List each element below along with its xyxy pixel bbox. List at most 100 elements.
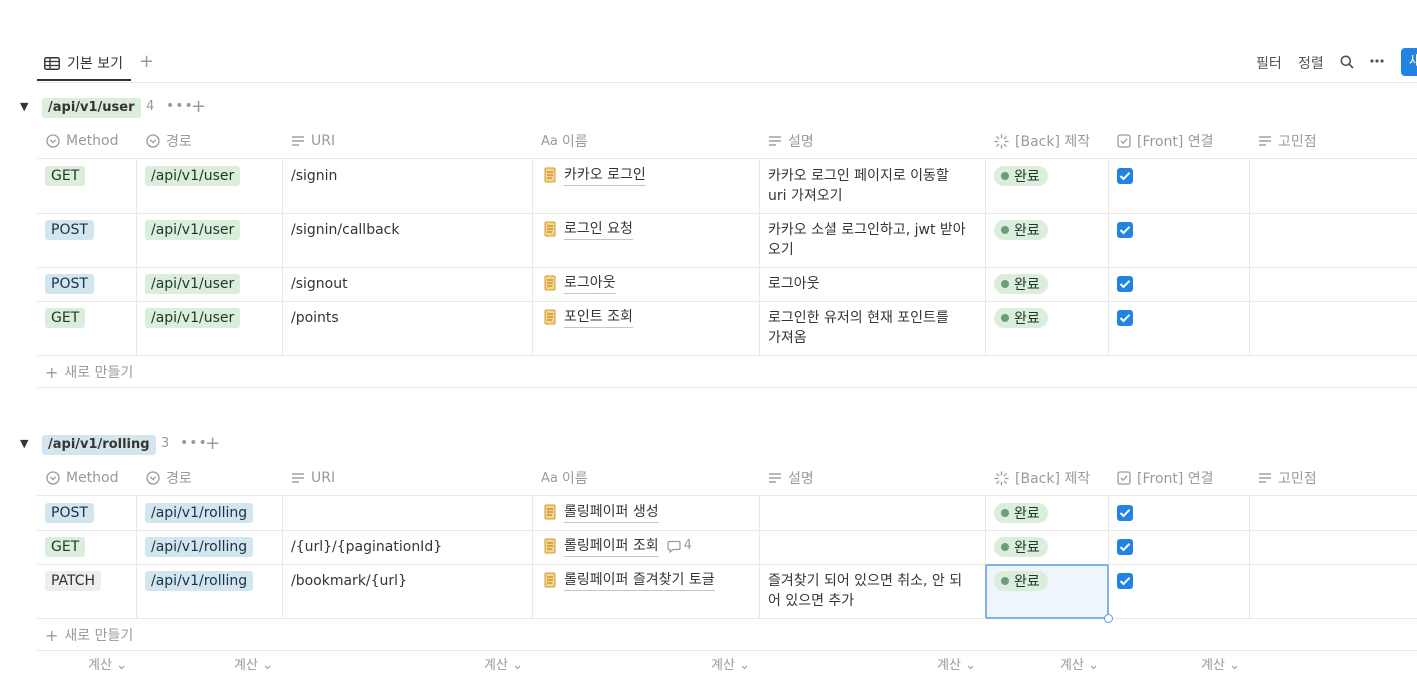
new-button[interactable]: 새 <box>1401 48 1417 76</box>
column-header-uri[interactable]: URI <box>291 468 335 488</box>
select-icon <box>146 134 160 148</box>
column-header-back[interactable]: [Back] 제작 <box>994 131 1090 151</box>
status-dot <box>1001 172 1009 180</box>
column-divider <box>532 495 533 618</box>
front-checkbox[interactable] <box>1117 505 1133 521</box>
name-cell[interactable]: 롤링페이퍼 생성 <box>543 502 659 523</box>
cell-resize-handle[interactable] <box>1104 614 1113 623</box>
new-row-button[interactable]: + 새로 만들기 <box>45 362 133 382</box>
calc-front[interactable]: 계산 ⌄ <box>1201 654 1240 673</box>
method-tag[interactable]: PATCH <box>45 571 102 591</box>
front-checkbox[interactable] <box>1117 539 1133 555</box>
path-tag[interactable]: /api/v1/rolling <box>145 537 254 557</box>
path-tag[interactable]: /api/v1/user <box>145 274 241 294</box>
status-badge[interactable]: 완료 <box>994 220 1048 240</box>
status-badge[interactable]: 완료 <box>994 274 1048 294</box>
uri-cell[interactable]: /bookmark/{url} <box>291 571 407 591</box>
column-header-name[interactable]: Aa 이름 <box>541 468 588 488</box>
chevron-down-icon: ⌄ <box>1229 658 1240 673</box>
sort-button[interactable]: 정렬 <box>1298 53 1324 73</box>
new-row-button[interactable]: + 새로 만들기 <box>45 625 133 645</box>
front-checkbox[interactable] <box>1117 276 1133 292</box>
column-header-method[interactable]: Method <box>46 468 119 488</box>
front-checkbox[interactable] <box>1117 222 1133 238</box>
group-more-icon[interactable]: ••• <box>180 435 208 451</box>
front-checkbox[interactable] <box>1117 573 1133 589</box>
uri-cell[interactable]: /signin/callback <box>291 220 399 240</box>
name-cell[interactable]: 롤링페이퍼 조회 4 <box>543 536 692 557</box>
front-checkbox[interactable] <box>1117 310 1133 326</box>
row-divider <box>37 355 1417 356</box>
status-badge[interactable]: 완료 <box>994 503 1048 523</box>
uri-cell[interactable]: /signin <box>291 166 337 186</box>
group-add-plus-icon[interactable]: + <box>191 98 206 116</box>
column-header-concern[interactable]: 고민점 <box>1258 468 1317 488</box>
method-tag[interactable]: POST <box>45 220 94 240</box>
desc-cell[interactable]: 로그인한 유저의 현재 포인트를 가져옴 <box>768 308 949 348</box>
group-title-rolling[interactable]: /api/v1/rolling <box>42 435 156 455</box>
method-tag[interactable]: GET <box>45 308 86 328</box>
status-badge[interactable]: 완료 <box>994 308 1048 328</box>
text-icon <box>292 473 304 483</box>
status-badge[interactable]: 완료 <box>994 166 1048 186</box>
name-cell[interactable]: 포인트 조회 <box>543 307 633 328</box>
group-toggle-user[interactable]: ▼ <box>20 100 28 113</box>
column-header-front[interactable]: [Front] 연결 <box>1117 131 1214 151</box>
group-more-icon[interactable]: ••• <box>166 98 194 114</box>
calc-desc[interactable]: 계산 ⌄ <box>937 654 976 673</box>
column-divider <box>136 158 137 355</box>
group-add-plus-icon[interactable]: + <box>205 435 220 453</box>
status-badge[interactable]: 완료 <box>994 537 1048 557</box>
column-header-path[interactable]: 경로 <box>146 468 192 488</box>
checkbox-icon <box>1117 471 1131 485</box>
name-cell[interactable]: 카카오 로그인 <box>543 165 646 186</box>
column-divider <box>1249 158 1250 355</box>
calc-method[interactable]: 계산 ⌄ <box>88 654 127 673</box>
add-view-plus-icon[interactable]: + <box>139 52 154 72</box>
name-cell[interactable]: 로그인 요청 <box>543 219 633 240</box>
path-tag[interactable]: /api/v1/rolling <box>145 503 254 523</box>
calc-name[interactable]: 계산 ⌄ <box>711 654 750 673</box>
path-tag[interactable]: /api/v1/user <box>145 308 241 328</box>
search-icon[interactable] <box>1340 55 1354 69</box>
check-icon <box>1119 280 1131 289</box>
desc-cell[interactable]: 로그아웃 <box>768 274 820 294</box>
uri-cell[interactable]: /{url}/{paginationId} <box>291 537 442 557</box>
desc-cell[interactable]: 즐겨찾기 되어 있으면 취소, 안 되어 있으면 추가 <box>768 571 962 611</box>
path-tag[interactable]: /api/v1/user <box>145 220 241 240</box>
tab-default-view[interactable]: 기본 보기 <box>44 52 123 74</box>
desc-cell[interactable]: 카카오 소셜 로그인하고, jwt 받아 오기 <box>768 220 966 260</box>
column-header-desc[interactable]: 설명 <box>768 468 814 488</box>
group-toggle-rolling[interactable]: ▼ <box>20 437 28 450</box>
uri-cell[interactable]: /points <box>291 308 339 328</box>
column-header-back[interactable]: [Back] 제작 <box>994 468 1090 488</box>
name-cell[interactable]: 롤링페이퍼 즐겨찾기 토글 <box>543 570 715 591</box>
front-checkbox[interactable] <box>1117 168 1133 184</box>
comment-count[interactable]: 4 <box>667 536 692 556</box>
filter-button[interactable]: 필터 <box>1256 53 1282 73</box>
method-tag[interactable]: GET <box>45 166 86 186</box>
column-header-name[interactable]: Aa 이름 <box>541 131 588 151</box>
more-icon[interactable] <box>1370 59 1384 63</box>
group-count-user: 4 <box>146 99 155 114</box>
column-header-uri[interactable]: URI <box>291 131 335 151</box>
path-tag[interactable]: /api/v1/user <box>145 166 241 186</box>
method-tag[interactable]: GET <box>45 537 86 557</box>
column-header-desc[interactable]: 설명 <box>768 131 814 151</box>
group-title-user[interactable]: /api/v1/user <box>42 98 141 118</box>
row-divider <box>37 301 1417 302</box>
calc-uri[interactable]: 계산 ⌄ <box>484 654 523 673</box>
path-tag[interactable]: /api/v1/rolling <box>145 571 254 591</box>
calc-back[interactable]: 계산 ⌄ <box>1060 654 1099 673</box>
column-header-method[interactable]: Method <box>46 131 119 151</box>
calc-path[interactable]: 계산 ⌄ <box>234 654 273 673</box>
method-tag[interactable]: POST <box>45 503 94 523</box>
column-header-path[interactable]: 경로 <box>146 131 192 151</box>
status-badge[interactable]: 완료 <box>994 571 1048 591</box>
desc-cell[interactable]: 카카오 로그인 페이지로 이동할 uri 가져오기 <box>768 166 949 206</box>
uri-cell[interactable]: /signout <box>291 274 348 294</box>
name-cell[interactable]: 로그아웃 <box>543 273 616 294</box>
column-header-front[interactable]: [Front] 연결 <box>1117 468 1214 488</box>
method-tag[interactable]: POST <box>45 274 94 294</box>
column-header-concern[interactable]: 고민점 <box>1258 131 1317 151</box>
